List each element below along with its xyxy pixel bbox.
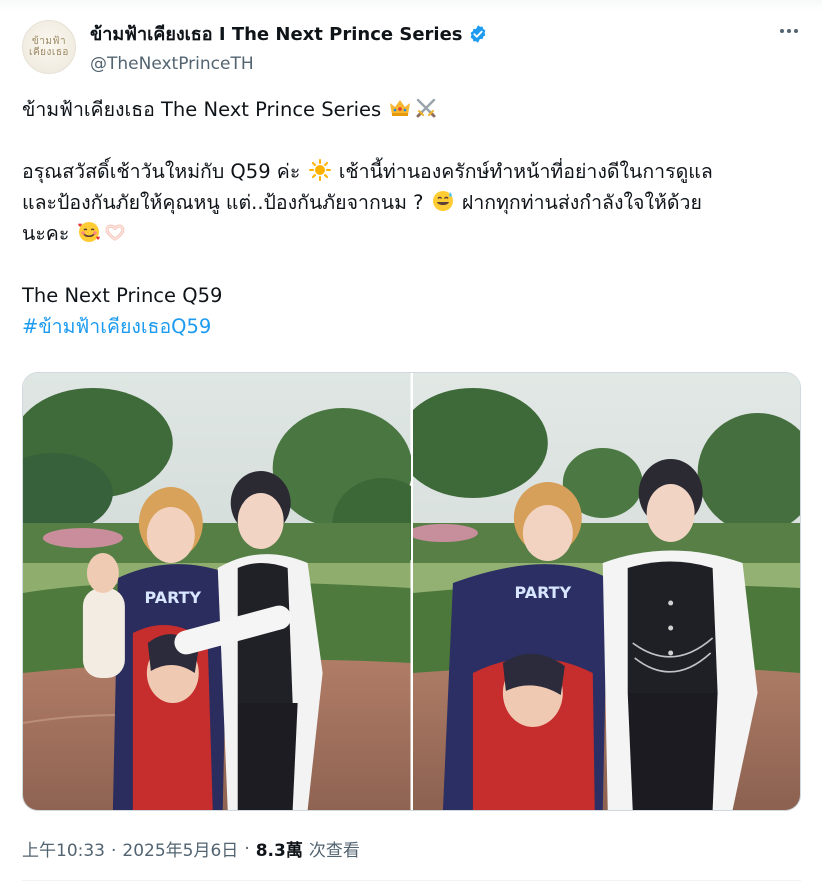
crown-emoji-icon <box>390 100 411 116</box>
crossed-swords-emoji-icon <box>416 98 436 118</box>
views-label: 次查看 <box>308 841 360 861</box>
tweet-line-2b-text: เช้านี้ท่านองครักษ์ทำหน้าที่อย่างดีในการ… <box>338 160 713 183</box>
sun-emoji-icon <box>308 159 331 181</box>
media-grid: PARTY PARTY <box>22 372 801 811</box>
tweet-meta: 上午10:33 · 2025年5月6日 · 8.3萬 次查看 <box>22 836 360 862</box>
views-count: 8.3萬 <box>255 841 303 861</box>
tweet-line-1-text: ข้ามฟ้าเคียงเธอ The Next Prince Series <box>22 98 382 121</box>
tweet-line-1: ข้ามฟ้าเคียงเธอ The Next Prince Series <box>22 94 807 125</box>
heart-hands-emoji-icon <box>105 224 124 241</box>
tweet-time[interactable]: 上午10:33 · 2025年5月6日 <box>22 836 238 861</box>
tweet-line-2a-text: อรุณสวัสดิ์เช้าวันใหม่กับ Q59 ค่ะ <box>22 160 301 183</box>
user-handle[interactable]: @TheNextPrinceTH <box>90 54 488 74</box>
display-name[interactable]: ข้ามฟ้าเคียงเธอ I The Next Prince Series <box>90 19 463 48</box>
verified-badge-icon[interactable] <box>468 24 488 44</box>
author-block: ข้ามฟ้าเคียงเธอ I The Next Prince Series… <box>90 19 488 74</box>
grinning-sweat-emoji-icon <box>432 191 453 211</box>
separator-2: · <box>244 838 250 859</box>
hashtag-link[interactable]: #ข้ามฟ้าเคียงเธอQ59 <box>22 311 807 342</box>
photo-2[interactable]: PARTY <box>412 373 800 810</box>
tweet-line-3a-text: และป้องกันภัยให้คุณหนู แต่..ป้องกันภัยจา… <box>22 191 424 214</box>
photo-1[interactable]: PARTY <box>23 373 411 810</box>
tweet-text: ข้ามฟ้าเคียงเธอ The Next Prince Series อ… <box>22 94 807 342</box>
avatar[interactable]: ข้ามฟ้า เคียงเธอ <box>22 20 76 74</box>
name-row: ข้ามฟ้าเคียงเธอ I The Next Prince Series <box>90 19 488 48</box>
time-text: 上午10:33 <box>22 841 105 861</box>
top-fade <box>0 0 822 12</box>
svg-text:PARTY: PARTY <box>514 583 571 602</box>
tweet-line-3: และป้องกันภัยให้คุณหนู แต่..ป้องกันภัยจา… <box>22 187 807 218</box>
date-text: 2025年5月6日 <box>122 841 239 861</box>
smiling-face-with-hearts-emoji-icon <box>77 222 100 242</box>
tweet-line-3b-text: ฝากทุกท่านส่งกำลังใจให้ด้วย <box>461 191 702 214</box>
divider <box>22 880 801 881</box>
more-options-icon[interactable] <box>776 21 802 41</box>
avatar-text: ข้ามฟ้า เคียงเธอ <box>29 36 69 58</box>
separator-1: · <box>111 841 117 861</box>
tweet-line-2: อรุณสวัสดิ์เช้าวันใหม่กับ Q59 ค่ะ เช้านี… <box>22 156 807 187</box>
tweet-line-4-text: นะคะ <box>22 222 70 245</box>
svg-text:PARTY: PARTY <box>145 588 202 607</box>
tweet-line-5: The Next Prince Q59 <box>22 284 223 307</box>
tweet-line-4: นะคะ <box>22 218 807 249</box>
